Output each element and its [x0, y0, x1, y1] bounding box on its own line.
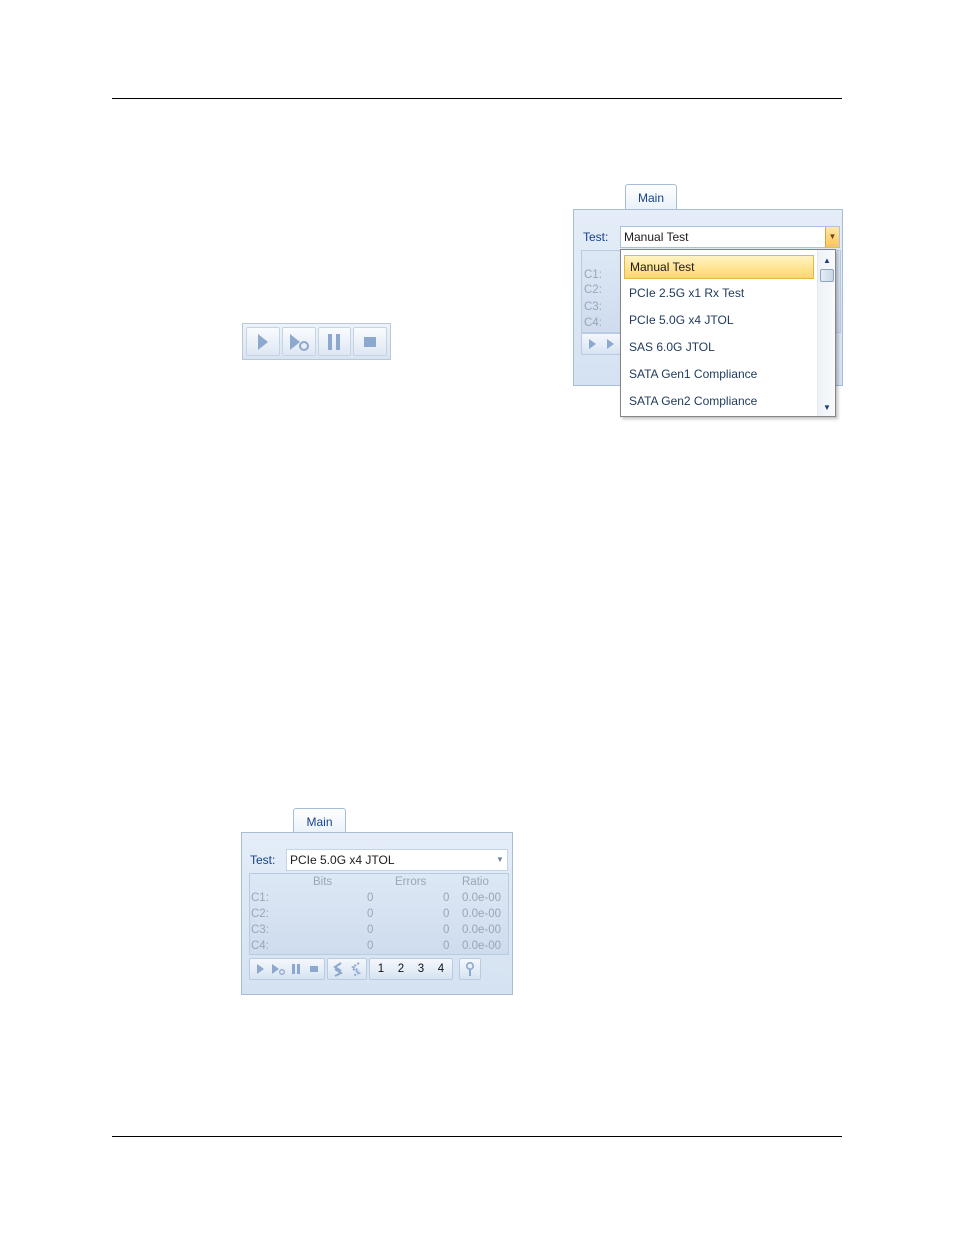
- sync-arrows-icon: [333, 962, 343, 977]
- panel-toolbar: [581, 333, 621, 355]
- probe-icon: [465, 961, 475, 976]
- main-ribbon-panel: Test: PCIe 5.0G x4 JTOL ▼ Bits Errors Ra…: [241, 832, 513, 995]
- scroll-up-icon[interactable]: ▲: [820, 254, 834, 266]
- test-label: Test:: [583, 230, 609, 244]
- test-select[interactable]: Manual Test ▼: [620, 226, 840, 248]
- tab-main-label: Main: [637, 190, 664, 205]
- tab-main[interactable]: Main: [293, 808, 346, 834]
- channel-button-group: 1 2 3 4: [369, 958, 453, 980]
- row-label: C1:: [251, 892, 269, 904]
- column-header: Errors: [395, 876, 427, 888]
- dropdown-item[interactable]: SATA Gen2 Compliance: [624, 389, 814, 413]
- column-header: Ratio: [462, 876, 489, 888]
- play-icon: [257, 333, 268, 350]
- test-select-value: Manual Test: [624, 230, 689, 244]
- test-label: Test:: [250, 853, 276, 867]
- probe-button[interactable]: [461, 959, 479, 979]
- play-icon: [588, 339, 596, 349]
- pause-button[interactable]: [317, 327, 352, 356]
- sync-all-button[interactable]: [347, 959, 365, 979]
- probe-button-group: [459, 958, 481, 980]
- errors-value: 0: [443, 908, 450, 920]
- play-to-end-icon: [272, 964, 285, 975]
- errors-value: 0: [443, 940, 450, 952]
- footer-rule: [112, 1136, 842, 1137]
- errors-value: 0: [443, 924, 450, 936]
- chevron-down-icon[interactable]: ▼: [493, 850, 507, 870]
- run-button-group: [581, 333, 621, 355]
- play-icon: [256, 964, 264, 974]
- ratio-value: 0.0e-00: [462, 908, 502, 920]
- tab-main[interactable]: Main: [625, 184, 677, 210]
- row-label: C2:: [251, 908, 269, 920]
- dropdown-item[interactable]: SAS 6.0G JTOL: [624, 335, 814, 359]
- sync-dashed-arrows-icon: [351, 962, 361, 977]
- dropdown-item[interactable]: Manual Test: [624, 255, 814, 279]
- bits-value: 0: [367, 940, 374, 952]
- play-button[interactable]: [246, 327, 280, 356]
- run-button-group: [249, 958, 325, 980]
- play-button[interactable]: [251, 959, 269, 979]
- play-button[interactable]: [583, 334, 601, 354]
- sync-button-group: [327, 958, 367, 980]
- errors-value: 0: [443, 892, 450, 904]
- channel-3-button[interactable]: 3: [411, 959, 431, 979]
- stop-icon: [310, 966, 318, 972]
- dropdown-item[interactable]: SATA Gen1 Compliance: [624, 362, 814, 386]
- channel-label: C2:: [584, 284, 602, 296]
- results-grid: Bits Errors Ratio C1: 0 0 0.0e-00 C2: 0 …: [249, 873, 509, 955]
- stop-button[interactable]: [305, 959, 323, 979]
- panel-toolbar: 1 2 3 4: [249, 958, 481, 980]
- pause-button[interactable]: [287, 959, 305, 979]
- ratio-value: 0.0e-00: [462, 940, 502, 952]
- column-header: Bits: [313, 876, 333, 888]
- tab-main-label: Main: [306, 814, 333, 829]
- pause-icon: [292, 964, 300, 974]
- test-select[interactable]: PCIe 5.0G x4 JTOL ▼: [286, 849, 508, 871]
- pause-icon: [328, 333, 341, 350]
- channel-label: C1:: [584, 269, 602, 281]
- channel-1-button[interactable]: 1: [371, 959, 391, 979]
- channel-4-button[interactable]: 4: [431, 959, 451, 979]
- dropdown-scrollbar[interactable]: ▲ ▼: [817, 250, 835, 416]
- sync-button[interactable]: [329, 959, 347, 979]
- stop-button[interactable]: [353, 327, 387, 356]
- bits-value: 0: [367, 924, 374, 936]
- row-label: C4:: [251, 940, 269, 952]
- bits-value: 0: [367, 908, 374, 920]
- ratio-value: 0.0e-00: [462, 892, 502, 904]
- test-dropdown-list: Manual Test PCIe 2.5G x1 Rx Test PCIe 5.…: [620, 249, 836, 417]
- dropdown-item[interactable]: PCIe 5.0G x4 JTOL: [624, 308, 814, 332]
- bits-value: 0: [367, 892, 374, 904]
- test-select-value: PCIe 5.0G x4 JTOL: [290, 853, 395, 867]
- row-label: C3:: [251, 924, 269, 936]
- channel-label: C3:: [584, 301, 602, 313]
- chevron-down-icon[interactable]: ▼: [825, 227, 839, 247]
- play-to-end-icon: [606, 339, 614, 349]
- ratio-value: 0.0e-00: [462, 924, 502, 936]
- stop-icon: [364, 336, 377, 347]
- channel-label: C4:: [584, 317, 602, 329]
- header-rule: [112, 98, 842, 99]
- scroll-down-icon[interactable]: ▼: [820, 401, 834, 413]
- play-to-end-button[interactable]: [269, 959, 287, 979]
- scroll-thumb[interactable]: [820, 269, 834, 282]
- play-to-end-icon: [289, 333, 309, 351]
- channel-2-button[interactable]: 2: [391, 959, 411, 979]
- play-to-end-button[interactable]: [601, 334, 619, 354]
- run-control-toolbar: [242, 323, 391, 360]
- dropdown-item[interactable]: PCIe 2.5G x1 Rx Test: [624, 281, 814, 305]
- play-to-end-button[interactable]: [281, 327, 316, 356]
